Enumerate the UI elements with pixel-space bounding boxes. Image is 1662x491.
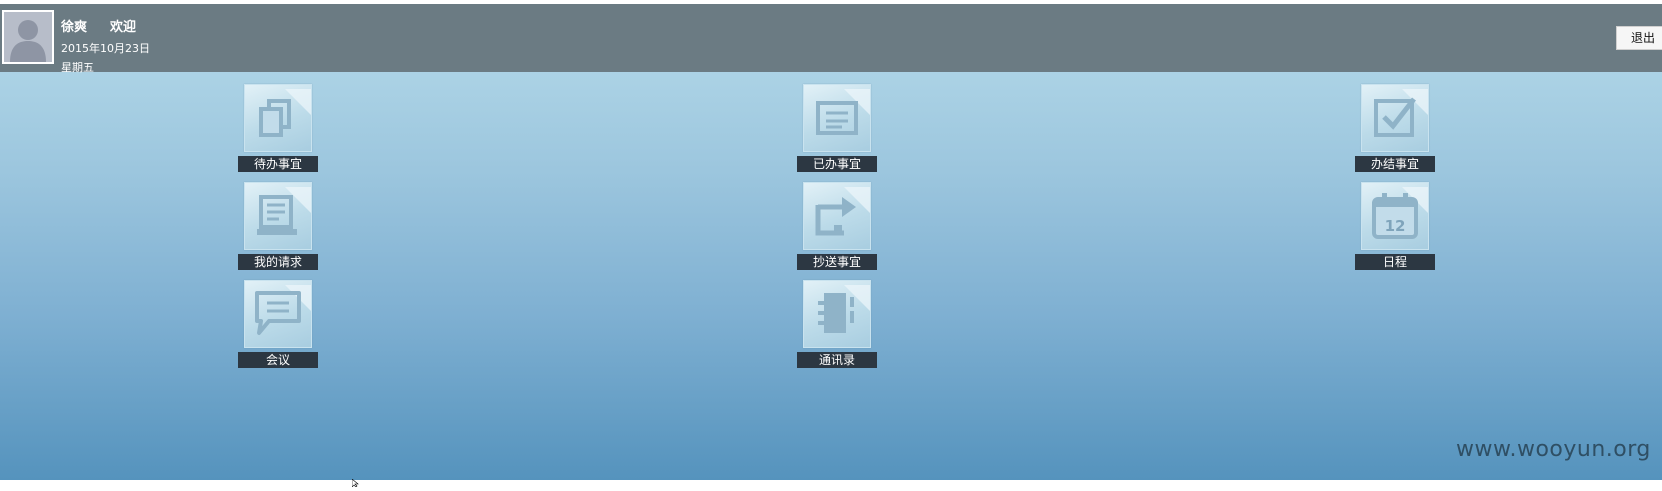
tile-label: 我的请求 bbox=[238, 254, 318, 270]
done-items-icon bbox=[803, 84, 871, 152]
current-date: 2015年10月23日 bbox=[61, 42, 150, 55]
tile-done-items[interactable]: 已办事宜 bbox=[797, 84, 877, 174]
mouse-cursor-icon bbox=[351, 472, 360, 491]
meeting-icon bbox=[244, 280, 312, 348]
my-requests-icon bbox=[244, 182, 312, 250]
user-silhouette-icon bbox=[4, 12, 52, 62]
tile-completed-items[interactable]: 办结事宜 bbox=[1355, 84, 1435, 174]
pending-items-icon bbox=[244, 84, 312, 152]
tile-my-requests[interactable]: 我的请求 bbox=[238, 182, 318, 272]
tile-label: 通讯录 bbox=[797, 352, 877, 368]
calendar-icon: 12 bbox=[1361, 182, 1429, 250]
tile-contacts[interactable]: 通讯录 bbox=[797, 280, 877, 370]
cc-items-icon bbox=[803, 182, 871, 250]
completed-items-icon bbox=[1361, 84, 1429, 152]
tile-label: 会议 bbox=[238, 352, 318, 368]
tile-calendar[interactable]: 12 日程 bbox=[1355, 182, 1435, 272]
tile-label: 待办事宜 bbox=[238, 156, 318, 172]
header-bar: 徐爽 欢迎 2015年10月23日 星期五 退出 bbox=[0, 4, 1662, 74]
watermark-text: www.wooyun.org bbox=[1456, 437, 1651, 462]
tile-label: 日程 bbox=[1355, 254, 1435, 270]
current-weekday: 星期五 bbox=[61, 61, 94, 74]
user-name: 徐爽 bbox=[61, 20, 88, 35]
tile-meeting[interactable]: 会议 bbox=[238, 280, 318, 370]
tile-label: 抄送事宜 bbox=[797, 254, 877, 270]
contacts-icon bbox=[803, 280, 871, 348]
tile-cc-items[interactable]: 抄送事宜 bbox=[797, 182, 877, 272]
tile-label: 办结事宜 bbox=[1355, 156, 1435, 172]
tile-label: 已办事宜 bbox=[797, 156, 877, 172]
welcome-text: 欢迎 bbox=[110, 20, 137, 35]
tile-pending-items[interactable]: 待办事宜 bbox=[238, 84, 318, 174]
avatar[interactable] bbox=[2, 10, 54, 64]
calendar-day-number: 12 bbox=[1385, 217, 1406, 235]
logout-button[interactable]: 退出 bbox=[1616, 26, 1662, 50]
